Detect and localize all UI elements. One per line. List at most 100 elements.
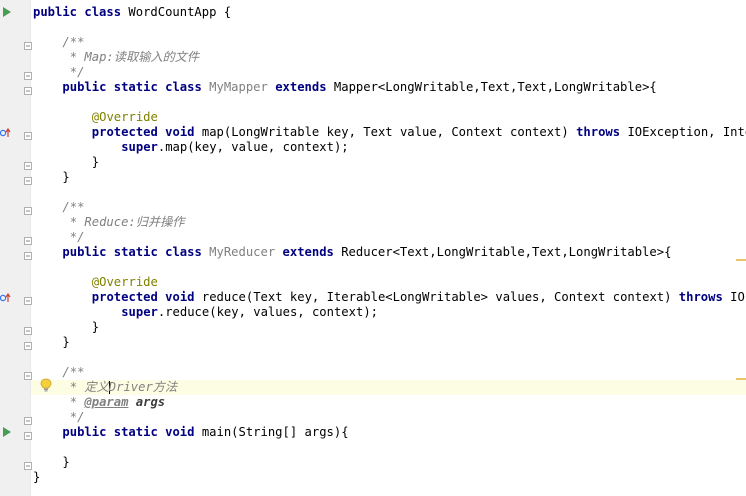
code-line[interactable]: }: [31, 470, 746, 485]
code-line[interactable]: protected void reduce(Text key, Iterable…: [31, 290, 746, 305]
warning-stripe[interactable]: [736, 378, 746, 380]
code-text: /**: [62, 200, 84, 215]
code-line[interactable]: /**: [31, 365, 746, 380]
code-line[interactable]: [31, 95, 746, 110]
code-token: Driver方法: [108, 380, 178, 394]
code-line[interactable]: [31, 350, 746, 365]
code-line[interactable]: public class WordCountApp {: [31, 5, 746, 20]
code-token: @param: [84, 395, 129, 409]
run-main-icon[interactable]: [3, 427, 11, 437]
fold-toggle-icon[interactable]: [24, 39, 32, 50]
fold-toggle-icon[interactable]: [24, 249, 32, 260]
code-token: reduce(Text key, Iterable<LongWritable> …: [201, 290, 679, 304]
code-line[interactable]: }: [31, 170, 746, 185]
code-line[interactable]: }: [31, 455, 746, 470]
code-token: super: [121, 305, 158, 319]
code-line[interactable]: [31, 185, 746, 200]
code-line[interactable]: */: [31, 65, 746, 80]
code-line[interactable]: public static class MyMapper extends Map…: [31, 80, 746, 95]
code-line[interactable]: super.map(key, value, context);: [31, 140, 746, 155]
fold-toggle-icon[interactable]: [24, 414, 32, 425]
code-text: */: [62, 410, 85, 425]
code-token: MyReducer: [209, 245, 283, 259]
code-text: super.map(key, value, context);: [121, 140, 348, 155]
code-token: }: [33, 470, 41, 484]
override-method-icon[interactable]: [0, 127, 11, 137]
code-token: /**: [62, 35, 85, 49]
code-token: }: [62, 170, 70, 184]
code-token: * Map:读取输入的文件: [62, 50, 200, 64]
fold-toggle-icon[interactable]: [24, 339, 32, 350]
code-line[interactable]: super.reduce(key, values, context);: [31, 305, 746, 320]
code-text: }: [62, 335, 69, 350]
code-editor[interactable]: public class WordCountApp { /** * Map:读取输…: [31, 0, 746, 496]
code-text: }: [62, 455, 69, 470]
code-line[interactable]: * Map:读取输入的文件: [31, 50, 746, 65]
code-token: * Reduce:归并操作: [62, 215, 185, 229]
warning-stripe[interactable]: [736, 259, 746, 261]
code-line[interactable]: [31, 260, 746, 275]
run-class-icon[interactable]: [3, 7, 11, 17]
code-text: public static class MyReducer extends Re…: [62, 245, 671, 260]
code-token: @Override: [91, 110, 158, 124]
code-text: public static class MyMapper extends Map…: [62, 80, 656, 95]
code-line[interactable]: [31, 440, 746, 455]
code-token: extends: [282, 245, 342, 259]
code-token: /**: [62, 200, 85, 214]
fold-toggle-icon[interactable]: [24, 369, 32, 380]
code-text: public class WordCountApp {: [33, 5, 231, 20]
code-text: */: [62, 230, 85, 245]
code-line[interactable]: */: [31, 230, 746, 245]
code-token: MyMapper: [209, 80, 276, 94]
current-line[interactable]: * 定义Driver方法: [31, 380, 746, 395]
code-token: Mapper<LongWritable,Text,Text,LongWritab…: [333, 80, 657, 94]
code-text: * Map:读取输入的文件: [62, 50, 199, 65]
code-token: main(String[] args){: [201, 425, 349, 439]
code-token: super: [121, 140, 158, 154]
code-text: protected void reduce(Text key, Iterable…: [92, 290, 746, 305]
fold-toggle-icon[interactable]: [24, 69, 32, 80]
code-token: */: [62, 230, 85, 244]
code-token: .map(key, value, context);: [157, 140, 349, 154]
code-line[interactable]: */: [31, 410, 746, 425]
fold-toggle-icon[interactable]: [24, 234, 32, 245]
fold-toggle-icon[interactable]: [24, 84, 32, 95]
code-line[interactable]: }: [31, 155, 746, 170]
code-line[interactable]: public static class MyReducer extends Re…: [31, 245, 746, 260]
code-text: protected void map(LongWritable key, Tex…: [92, 125, 746, 140]
code-token: public static class: [62, 245, 210, 259]
fold-toggle-icon[interactable]: [24, 294, 32, 305]
code-line[interactable]: @Override: [31, 110, 746, 125]
code-text: /**: [62, 365, 84, 380]
code-text: super.reduce(key, values, context);: [121, 305, 378, 320]
code-token: throws: [678, 290, 731, 304]
code-line[interactable]: * @param args: [31, 395, 746, 410]
code-line[interactable]: }: [31, 320, 746, 335]
fold-toggle-icon[interactable]: [24, 459, 32, 470]
fold-toggle-icon[interactable]: [24, 159, 32, 170]
code-line[interactable]: protected void map(LongWritable key, Tex…: [31, 125, 746, 140]
code-token: */: [62, 410, 85, 424]
fold-toggle-icon[interactable]: [24, 129, 32, 140]
fold-toggle-icon[interactable]: [24, 429, 32, 440]
override-method-icon[interactable]: [0, 292, 11, 302]
code-token: IOException, Interrup: [627, 125, 746, 139]
code-line[interactable]: @Override: [31, 275, 746, 290]
lightbulb-icon[interactable]: [40, 378, 52, 392]
code-line[interactable]: public static void main(String[] args){: [31, 425, 746, 440]
code-line[interactable]: }: [31, 335, 746, 350]
fold-toggle-icon[interactable]: [24, 204, 32, 215]
code-text: */: [62, 65, 85, 80]
code-line[interactable]: /**: [31, 35, 746, 50]
code-token: protected void: [91, 290, 202, 304]
code-token: public static void: [62, 425, 202, 439]
code-token: args: [135, 395, 166, 409]
code-line[interactable]: * Reduce:归并操作: [31, 215, 746, 230]
fold-toggle-icon[interactable]: [24, 324, 32, 335]
code-line[interactable]: /**: [31, 200, 746, 215]
fold-toggle-icon[interactable]: [24, 174, 32, 185]
code-token: *: [62, 395, 85, 409]
code-text: public static void main(String[] args){: [62, 425, 348, 440]
code-line[interactable]: [31, 20, 746, 35]
